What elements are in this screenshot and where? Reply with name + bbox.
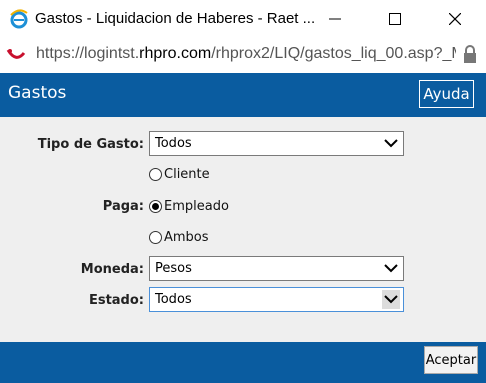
tipo-gasto-value: Todos [155, 136, 192, 151]
minimize-button[interactable] [312, 0, 358, 38]
page-footer [0, 342, 486, 383]
maximize-icon [389, 13, 401, 25]
tipo-gasto-label: Tipo de Gasto: [37, 137, 144, 152]
close-icon [449, 13, 461, 25]
url-path: /rhprox2/LIQ/gastos_liq_00.asp?_M=8 [211, 45, 456, 62]
estado-select[interactable]: Todos [149, 287, 404, 312]
radio-label: Empleado [164, 198, 229, 214]
close-button[interactable] [432, 0, 478, 38]
estado-value: Todos [155, 292, 192, 307]
maximize-button[interactable] [372, 0, 418, 38]
url-field[interactable]: https://logintst.rhpro.com/rhprox2/LIQ/g… [36, 45, 456, 63]
url-prefix: https://logintst. [36, 45, 140, 62]
radio-label: Cliente [164, 166, 210, 182]
radio-button-checked[interactable] [149, 199, 162, 213]
chevron-down-icon [382, 259, 400, 278]
radio-label: Ambos [164, 229, 209, 245]
tipo-gasto-select[interactable]: Todos [149, 131, 404, 156]
paga-option-ambos[interactable]: Ambos [149, 228, 209, 246]
lock-icon [464, 45, 476, 63]
page-header: Gastos [0, 73, 486, 117]
moneda-label: Moneda: [80, 262, 144, 277]
page-title: Gastos [8, 83, 67, 103]
minimize-icon [329, 18, 341, 20]
accept-button[interactable]: Aceptar [424, 346, 478, 374]
chevron-down-icon [382, 290, 400, 309]
paga-option-cliente[interactable]: Cliente [149, 165, 210, 183]
radio-button[interactable] [149, 167, 162, 181]
estado-label: Estado: [88, 293, 144, 308]
site-favicon-icon [6, 49, 26, 59]
chevron-down-icon [382, 134, 400, 153]
moneda-value: Pesos [155, 261, 192, 276]
radio-button[interactable] [149, 230, 162, 244]
paga-label: Paga: [102, 199, 144, 214]
url-host: rhpro.com [139, 45, 212, 62]
help-button[interactable]: Ayuda [419, 80, 474, 108]
paga-option-empleado[interactable]: Empleado [149, 197, 229, 215]
window-titlebar: Gastos - Liquidacion de Haberes - Raet .… [0, 0, 486, 38]
internet-explorer-icon [10, 9, 28, 29]
moneda-select[interactable]: Pesos [149, 256, 404, 281]
window-title: Gastos - Liquidacion de Haberes - Raet .… [35, 10, 316, 27]
